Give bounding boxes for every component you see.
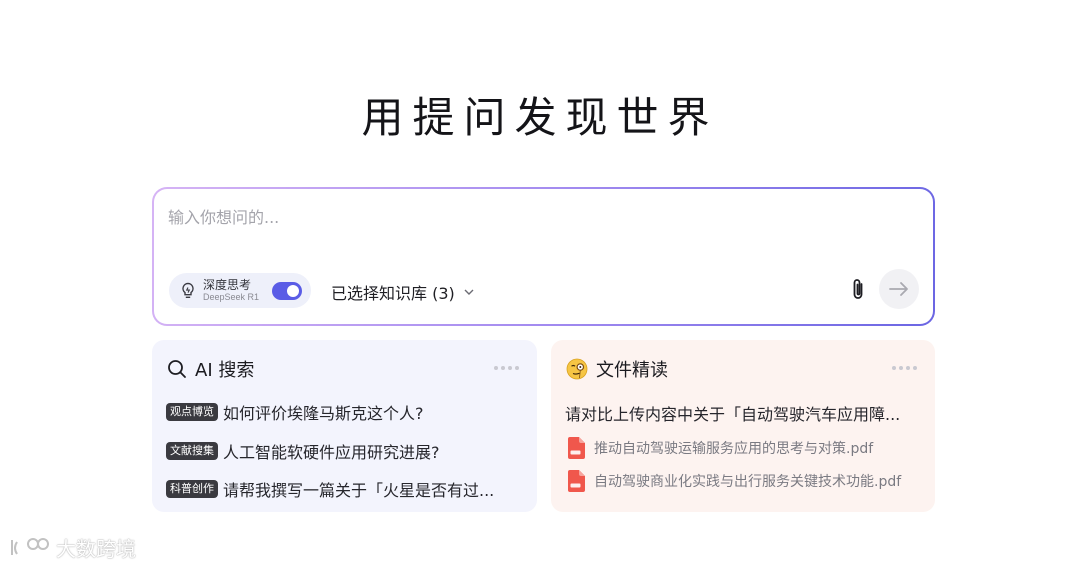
chevron-down-icon [464,289,474,295]
watermark: 大数跨境 [8,533,136,562]
ai-search-title: AI 搜索 [195,360,255,381]
monocle-emoji-icon [566,358,588,380]
suggestion-text: 请帮我撰写一篇关于「火星是否有过... [223,481,495,500]
knowledge-base-select[interactable]: 已选择知识库 (3) [331,280,475,304]
suggestion-tag: 文献搜集 [166,442,218,460]
prompt-input[interactable] [168,203,868,231]
suggestion-item[interactable]: 观点博览 如何评价埃隆马斯克这个人? [166,400,424,424]
more-dots-icon[interactable] [892,366,917,370]
suggestion-text: 如何评价埃隆马斯克这个人? [223,404,424,423]
file-reader-header: 文件精读 [566,356,668,382]
paperclip-icon[interactable] [847,277,869,303]
arrow-right-icon [889,282,908,296]
ai-search-header: AI 搜索 [167,356,254,382]
switch-knob [287,285,299,297]
file-reader-card[interactable]: 文件精读 请对比上传内容中关于「自动驾驶汽车应用障... 推动自动驾驶运输服务应… [551,340,935,512]
suggestion-tag: 观点博览 [166,403,218,421]
suggestion-item[interactable]: 科普创作 请帮我撰写一篇关于「火星是否有过... [166,477,494,501]
deep-think-text: 深度思考 DeepSeek R1 [203,279,259,302]
more-dots-icon[interactable] [494,366,519,370]
reader-question[interactable]: 请对比上传内容中关于「自动驾驶汽车应用障... [565,401,900,425]
page-title: 用提问发现世界 [361,93,719,142]
ai-search-card[interactable]: AI 搜索 观点博览 如何评价埃隆马斯克这个人? 文献搜集 人工智能软硬件应用研… [152,340,537,512]
suggestion-tag: 科普创作 [166,480,218,498]
knowledge-base-label: 已选择知识库 (3) [331,284,455,303]
deep-think-label: 深度思考 [203,278,252,292]
deep-think-switch[interactable] [272,282,302,300]
file-item[interactable]: 推动自动驾驶运输服务应用的思考与对策.pdf [568,437,873,459]
deep-think-toggle[interactable]: 深度思考 DeepSeek R1 [169,273,311,308]
deep-think-model: DeepSeek R1 [203,292,260,302]
lightbulb-icon [182,282,194,298]
suggestion-text: 人工智能软硬件应用研究进展? [223,443,440,462]
send-button[interactable] [879,269,919,309]
prompt-box: 深度思考 DeepSeek R1 已选择知识库 (3) [152,187,935,326]
search-icon [168,360,186,378]
prompt-box-inner: 深度思考 DeepSeek R1 已选择知识库 (3) [154,189,933,324]
watermark-logo-icon [11,537,49,555]
pdf-file-icon [568,437,585,459]
file-item[interactable]: 自动驾驶商业化实践与出行服务关键技术功能.pdf [568,470,901,492]
file-reader-title: 文件精读 [596,360,668,381]
file-name: 自动驾驶商业化实践与出行服务关键技术功能.pdf [594,474,902,490]
watermark-text: 大数跨境 [56,537,136,561]
file-name: 推动自动驾驶运输服务应用的思考与对策.pdf [594,441,874,457]
suggestion-item[interactable]: 文献搜集 人工智能软硬件应用研究进展? [166,439,440,463]
pdf-file-icon [568,470,585,492]
